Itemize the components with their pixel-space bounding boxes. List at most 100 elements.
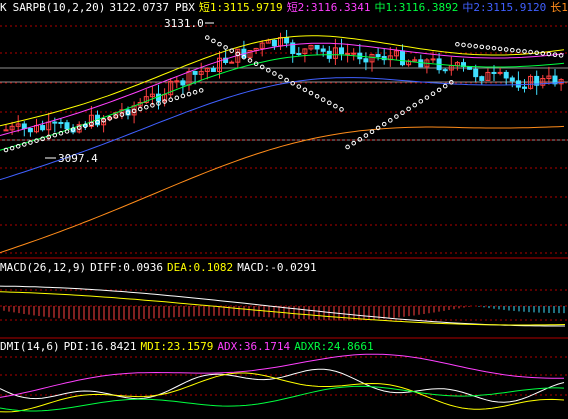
candle-body [375, 54, 381, 58]
legend-short: 短1:3115.9719 [198, 1, 283, 14]
candle-body [21, 123, 27, 129]
sar-dot [412, 102, 418, 108]
sar-dot [400, 110, 405, 116]
candle-body [497, 71, 503, 74]
dmi-adx: ADX:36.1714 [217, 340, 291, 353]
sar-dot [479, 44, 485, 50]
candle-body [314, 44, 320, 50]
dmi-pdi: PDI:16.8421 [63, 340, 137, 353]
candle-body [64, 122, 70, 130]
sar-dot [192, 89, 198, 95]
dmi-adxr-line [0, 385, 565, 412]
sar-dot [211, 38, 216, 44]
dmi-mdi: MDI:23.1579 [140, 340, 214, 353]
candle-body [515, 80, 521, 88]
main-legend: K SARPB(10,2,20) 3122.0737 PBX 短1:3115.9719 短… [0, 1, 568, 15]
candle-body [210, 68, 216, 72]
sar-dot [327, 100, 332, 106]
candle-body [339, 47, 344, 55]
sar-dot [345, 144, 350, 150]
sar-dot [272, 71, 277, 76]
sar-dot [308, 90, 314, 96]
macd-value: MACD:-0.0291 [237, 261, 317, 274]
sar-dot [302, 87, 308, 93]
candle-body [509, 77, 515, 82]
sar-dot [455, 41, 460, 47]
candle-body [320, 48, 326, 52]
candle-body [3, 129, 9, 132]
legend-pbx: PBX [174, 1, 195, 14]
sar-dot [491, 45, 497, 51]
sar-dot [339, 107, 344, 112]
sar-dot [223, 45, 228, 50]
macd-name: MACD(26,12,9) [0, 261, 87, 274]
high-price-label: 3131.0 [164, 17, 204, 30]
legend-mid: 中1:3116.3892 [374, 1, 459, 14]
sar-dot [436, 87, 442, 93]
sar-dot [266, 67, 271, 73]
sar-dot [510, 47, 515, 53]
sar-dot [363, 133, 369, 138]
legend-indicator: SARPB(10,2,20) [12, 1, 106, 14]
macd-diff: DIFF:0.0936 [90, 261, 163, 274]
dmi-adxr: ADXR:24.8661 [294, 340, 374, 353]
sar-dot [522, 49, 527, 54]
sar-dot [180, 93, 186, 99]
dmi-pdi-line [0, 368, 565, 403]
dmi-name: DMI(14,6) [0, 340, 60, 353]
sar-dot [394, 114, 399, 119]
sar-dot [442, 83, 448, 89]
chart-canvas[interactable] [0, 0, 568, 419]
sar-dot [497, 46, 503, 52]
sar-dot [388, 118, 393, 123]
candle-body [491, 71, 497, 74]
candle-body [430, 58, 436, 61]
candle-body [479, 76, 485, 81]
sar-dot [418, 99, 424, 104]
macd-legend: MACD(26,12,9) DIFF:0.0936 DEA:0.1082 MACD:-… [0, 261, 323, 275]
sar-dot [168, 97, 173, 102]
low-price-label: 3097.4 [58, 152, 98, 165]
sar-dot [217, 41, 222, 47]
sar-dot [314, 94, 320, 99]
candle-body [229, 61, 235, 64]
sar-dot [467, 43, 472, 48]
candle-body [58, 121, 64, 124]
candle-body [271, 39, 277, 47]
candle-body [345, 52, 351, 55]
candle-body [52, 121, 58, 124]
sar-dot [430, 91, 436, 96]
candle-body [503, 71, 509, 79]
candle-body [27, 127, 33, 133]
candle-body [400, 50, 405, 66]
sar-dot [381, 121, 387, 127]
candle-body [180, 80, 186, 86]
legend-prefix: K [0, 1, 7, 14]
candle-body [284, 37, 290, 44]
ma-long-line [0, 125, 565, 254]
candle-body [40, 125, 46, 131]
sar-dot [406, 106, 411, 112]
sar-dot [473, 43, 479, 49]
candle-body [363, 58, 369, 63]
sar-dot [284, 77, 289, 83]
ma-short2-line [0, 42, 565, 136]
sar-dot [424, 95, 430, 100]
legend-short2: 短2:3116.3341 [286, 1, 371, 14]
sar-dot [503, 47, 509, 52]
candle-body [522, 86, 527, 89]
candle-body [174, 80, 180, 83]
candle-body [296, 52, 302, 55]
candle-body [192, 70, 198, 75]
sar-dot [369, 129, 375, 135]
sar-dot [320, 97, 326, 102]
sar-dot [516, 48, 521, 54]
sar-dot [461, 42, 466, 48]
dmi-legend: DMI(14,6) PDI:16.8421 MDI:23.1579 ADX:36.17… [0, 340, 380, 354]
sar-dot [186, 91, 192, 97]
legend-long: 长1:311 [550, 1, 568, 14]
sar-dot [198, 88, 204, 93]
candle-body [351, 52, 357, 55]
candle-body [473, 68, 479, 78]
sar-dot [485, 45, 491, 50]
